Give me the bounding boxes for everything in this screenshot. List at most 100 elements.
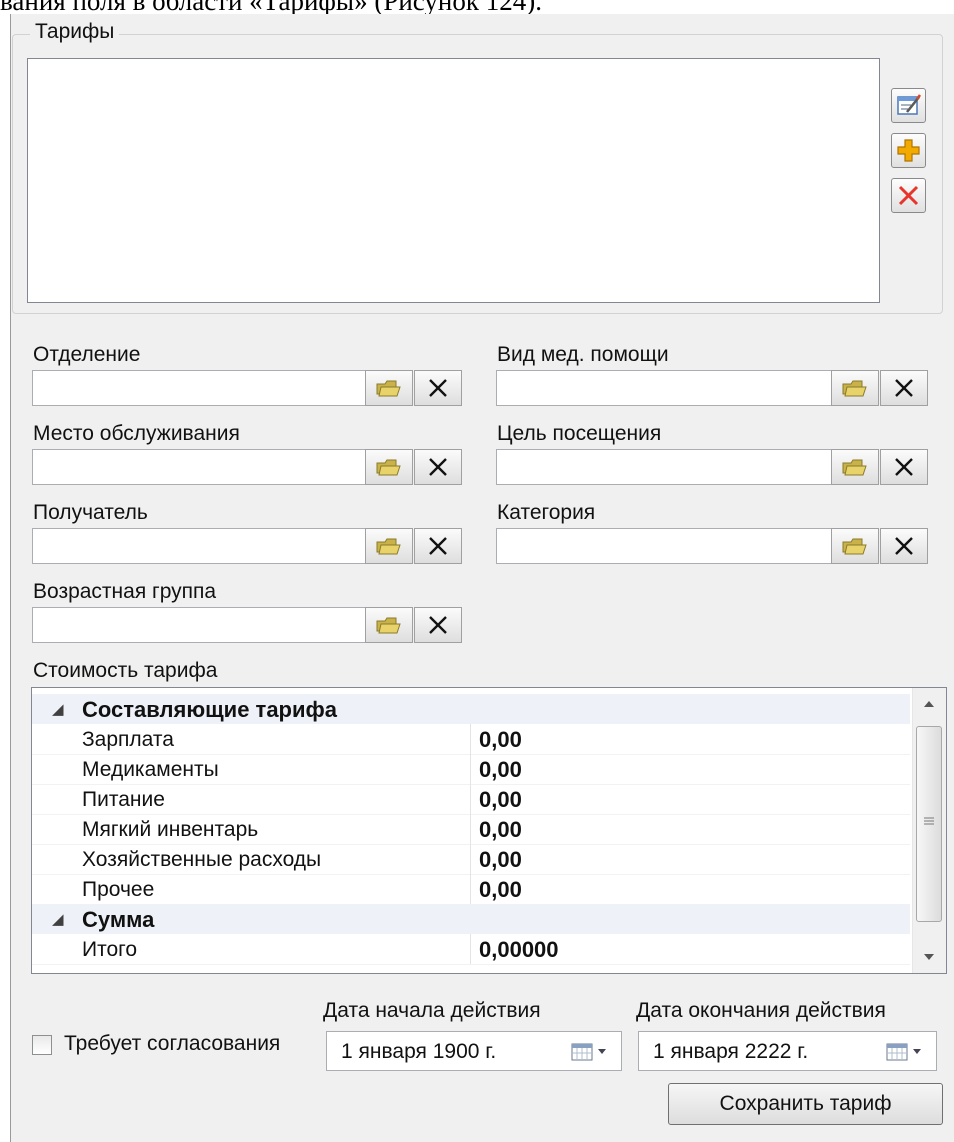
care-type-clear-button[interactable] xyxy=(880,370,928,406)
age-group-clear-button[interactable] xyxy=(414,607,462,643)
category-select-button[interactable] xyxy=(831,528,879,564)
category-label: Категория xyxy=(497,501,596,524)
table-row[interactable]: Мягкий инвентарь 0,00 xyxy=(32,814,910,845)
visit-purpose-input[interactable] xyxy=(496,449,832,485)
clear-icon xyxy=(895,458,913,476)
collapse-triangle-icon[interactable]: ◢ xyxy=(52,910,64,928)
row-name: Мягкий инвентарь xyxy=(82,818,259,841)
department-clear-button[interactable] xyxy=(414,370,462,406)
vertical-scrollbar[interactable] xyxy=(912,688,946,973)
column-separator xyxy=(470,934,471,964)
row-name: Медикаменты xyxy=(82,758,219,781)
visit-purpose-label: Цель посещения xyxy=(497,422,662,445)
calendar-dropdown-icon[interactable] xyxy=(886,1042,928,1062)
date-start-picker[interactable]: 1 января 1900 г. xyxy=(326,1031,622,1071)
category-field xyxy=(496,528,944,564)
department-input[interactable] xyxy=(32,370,366,406)
total-value: 0,00000 xyxy=(479,937,559,962)
category-input[interactable] xyxy=(496,528,832,564)
clear-icon xyxy=(429,458,447,476)
approval-checkbox[interactable] xyxy=(32,1035,52,1055)
date-start-label: Дата начала действия xyxy=(323,999,541,1022)
service-place-label: Место обслуживания xyxy=(33,422,240,445)
approval-label[interactable]: Требует согласования xyxy=(64,1032,280,1056)
age-group-input[interactable] xyxy=(32,607,366,643)
column-separator xyxy=(470,874,471,904)
save-tariff-button[interactable]: Сохранить тариф xyxy=(668,1083,943,1125)
column-separator xyxy=(470,784,471,814)
age-group-select-button[interactable] xyxy=(365,607,413,643)
row-value[interactable]: 0,00 xyxy=(479,787,522,813)
age-group-label: Возрастная группа xyxy=(33,580,217,603)
care-type-select-button[interactable] xyxy=(831,370,879,406)
date-end-value[interactable]: 1 января 2222 г. xyxy=(653,1040,808,1064)
recipient-input[interactable] xyxy=(32,528,366,564)
table-row[interactable]: Медикаменты 0,00 xyxy=(32,754,910,785)
delete-icon xyxy=(898,185,919,206)
clear-icon xyxy=(429,537,447,555)
add-icon xyxy=(897,139,920,162)
visit-purpose-clear-button[interactable] xyxy=(880,449,928,485)
table-row[interactable]: Хозяйственные расходы 0,00 xyxy=(32,844,910,875)
care-type-input[interactable] xyxy=(496,370,832,406)
folder-icon xyxy=(376,459,401,476)
folder-icon xyxy=(842,380,867,397)
row-value[interactable]: 0,00 xyxy=(479,757,522,783)
date-start-value[interactable]: 1 января 1900 г. xyxy=(341,1040,496,1064)
date-end-picker[interactable]: 1 января 2222 г. xyxy=(638,1031,937,1071)
date-end-label: Дата окончания действия xyxy=(636,999,886,1022)
department-label: Отделение xyxy=(33,343,141,366)
row-name: Хозяйственные расходы xyxy=(82,848,322,871)
sum-category-row[interactable]: ◢ Сумма xyxy=(32,904,910,934)
cost-label: Стоимость тарифа xyxy=(33,659,218,682)
recipient-clear-button[interactable] xyxy=(414,528,462,564)
clear-icon xyxy=(429,379,447,397)
total-name: Итого xyxy=(82,938,138,961)
folder-icon xyxy=(842,538,867,555)
column-separator xyxy=(470,724,471,754)
category-clear-button[interactable] xyxy=(880,528,928,564)
column-separator xyxy=(470,844,471,874)
care-type-field xyxy=(496,370,944,406)
recipient-label: Получатель xyxy=(33,501,148,524)
row-value[interactable]: 0,00 xyxy=(479,847,522,873)
add-tariff-button[interactable] xyxy=(891,133,926,168)
recipient-select-button[interactable] xyxy=(365,528,413,564)
care-type-label: Вид мед. помощи xyxy=(497,343,669,366)
tariffs-group-title: Тарифы xyxy=(30,20,120,44)
row-value[interactable]: 0,00 xyxy=(479,727,522,753)
calendar-dropdown-icon[interactable] xyxy=(571,1042,613,1062)
visit-purpose-select-button[interactable] xyxy=(831,449,879,485)
edit-tariff-button[interactable] xyxy=(891,88,926,123)
scroll-up-icon[interactable] xyxy=(923,700,935,708)
table-row[interactable]: Прочее 0,00 xyxy=(32,874,910,905)
row-name: Зарплата xyxy=(82,728,174,751)
tariffs-list[interactable] xyxy=(27,58,880,303)
clear-icon xyxy=(429,616,447,634)
recipient-field xyxy=(32,528,478,564)
service-place-clear-button[interactable] xyxy=(414,449,462,485)
total-row[interactable]: Итого 0,00000 xyxy=(32,934,910,965)
folder-icon xyxy=(376,538,401,555)
collapse-triangle-icon[interactable]: ◢ xyxy=(52,700,64,718)
table-row[interactable]: Зарплата 0,00 xyxy=(32,724,910,755)
row-value[interactable]: 0,00 xyxy=(479,877,522,903)
scrollbar-thumb[interactable] xyxy=(916,726,942,922)
row-name: Питание xyxy=(82,788,165,811)
cost-property-grid: ◢ Составляющие тарифа Зарплата 0,00 Меди… xyxy=(31,687,947,974)
folder-icon xyxy=(376,380,401,397)
row-value[interactable]: 0,00 xyxy=(479,817,522,843)
clear-icon xyxy=(895,379,913,397)
service-place-input[interactable] xyxy=(32,449,366,485)
components-category-row[interactable]: ◢ Составляющие тарифа xyxy=(32,694,910,724)
scroll-down-icon[interactable] xyxy=(923,953,935,961)
department-field xyxy=(32,370,478,406)
service-place-field xyxy=(32,449,478,485)
department-select-button[interactable] xyxy=(365,370,413,406)
delete-tariff-button[interactable] xyxy=(891,178,926,213)
age-group-field xyxy=(32,607,478,643)
sum-category-title: Сумма xyxy=(82,907,155,932)
service-place-select-button[interactable] xyxy=(365,449,413,485)
edit-icon xyxy=(897,94,922,115)
table-row[interactable]: Питание 0,00 xyxy=(32,784,910,815)
